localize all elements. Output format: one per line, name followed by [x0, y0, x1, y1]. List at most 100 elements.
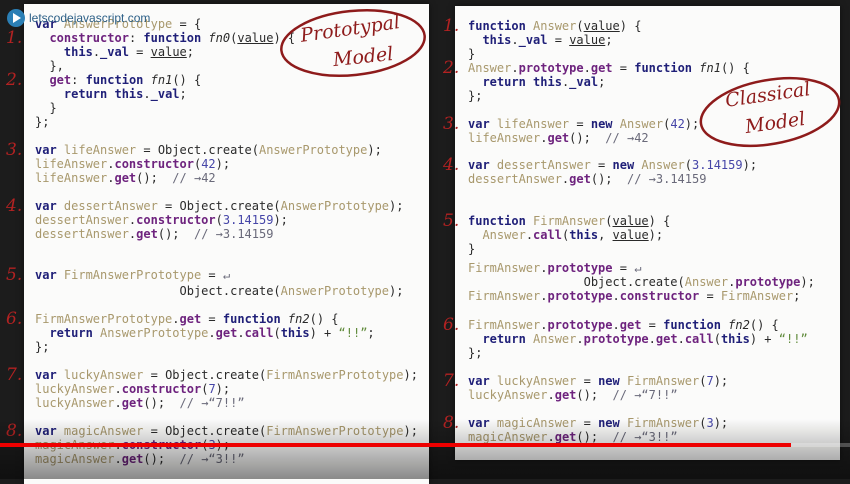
code-token: () {	[309, 312, 339, 326]
code-token: luckyAnswer	[63, 368, 144, 382]
code-line: dessertAnswer.constructor(3.14159);	[35, 213, 288, 227]
code-line: return AnswerPrototype.get.call(this) + …	[35, 326, 374, 340]
code-token: =	[569, 117, 591, 131]
code-token: .	[547, 430, 555, 444]
code-line: }	[468, 242, 475, 256]
code-token: 3	[706, 416, 714, 430]
code-token: value	[237, 31, 274, 45]
code-line: Answer.prototype.get = function fn1() {	[468, 61, 750, 75]
site-logo[interactable]: letscodejavascript.com	[6, 8, 150, 28]
code-token: constructor	[136, 213, 216, 227]
code-token: function	[143, 31, 209, 45]
code-token: 42	[201, 157, 216, 171]
code-token: };	[35, 115, 50, 129]
code-token: lifeAnswer	[35, 171, 108, 185]
code-token: var	[35, 424, 64, 438]
code-token: FirmAnswer	[533, 214, 606, 228]
code-token: var	[35, 199, 64, 213]
play-logo-icon	[7, 9, 25, 27]
classical-code-panel: 1. function Answer(value) { this._val = v…	[443, 6, 841, 460]
code-line: lifeAnswer.get(); // →42	[468, 131, 649, 145]
code-token: ();	[136, 171, 173, 185]
code-token: constructor	[114, 157, 194, 171]
code-token: .	[547, 388, 555, 402]
code-token: // →42	[172, 171, 216, 185]
code-line: get: function fn1() {	[35, 73, 201, 87]
code-token: =	[128, 45, 151, 59]
logo-text: letscodejavascript.com	[29, 11, 151, 25]
code-token: .	[237, 326, 245, 340]
code-token: 7	[208, 382, 216, 396]
code-token: magicAnswer	[468, 430, 548, 444]
code-token: () {	[749, 318, 779, 332]
code-token: var	[468, 158, 497, 172]
code-token: luckyAnswer	[35, 396, 115, 410]
code-token: .	[677, 332, 685, 346]
code-token: luckyAnswer	[35, 382, 115, 396]
code-token: dessertAnswer	[35, 227, 129, 241]
code-token: value	[583, 19, 620, 33]
code-line: var luckyAnswer = Object.create(FirmAnsw…	[35, 368, 418, 382]
code-token: constructor	[49, 31, 129, 45]
code-token: var	[35, 268, 64, 282]
code-token: 42	[670, 117, 685, 131]
code-token: luckyAnswer	[468, 388, 548, 402]
code-token: return this	[63, 87, 144, 101]
code-token: );	[713, 416, 729, 430]
code-line: FirmAnswer.prototype.constructor = FirmA…	[468, 289, 800, 303]
code-token: return this	[482, 75, 562, 89]
code-token: get	[655, 332, 678, 346]
code-token: this	[482, 33, 512, 47]
code-token: ;	[605, 33, 613, 47]
code-token: ();	[143, 452, 180, 466]
code-token: .	[114, 452, 122, 466]
code-token: FirmAnswerPrototype	[35, 312, 173, 326]
code-token: .	[92, 45, 101, 59]
code-token: var	[35, 143, 64, 157]
code-token: lifeAnswer	[35, 157, 108, 171]
code-token: :	[128, 31, 144, 45]
code-token: prototype	[518, 61, 584, 75]
code-token: .	[511, 61, 519, 75]
code-token: var	[468, 117, 497, 131]
code-token: magicAnswer	[63, 424, 144, 438]
video-progress-fill	[0, 443, 791, 447]
code-token: value	[569, 33, 606, 47]
code-token: ;	[598, 75, 606, 89]
code-token: get	[121, 396, 144, 410]
code-token: get	[215, 326, 238, 340]
code-line: };	[35, 340, 49, 354]
step-number: 8.	[443, 413, 460, 433]
code-line: luckyAnswer.get(); // →“7!!”	[35, 396, 245, 410]
code-token: FirmAnswerPrototype	[266, 368, 404, 382]
code-token: ;	[186, 45, 194, 59]
code-token: ) {	[648, 214, 671, 228]
code-token: // →“3!!”	[179, 452, 245, 466]
video-progress-bar[interactable]	[0, 443, 850, 447]
code-token: ();	[143, 396, 180, 410]
code-token: fn2	[287, 312, 310, 326]
code-token: “!!”	[778, 332, 808, 346]
code-line: var dessertAnswer = new Answer(3.14159);	[468, 158, 757, 172]
code-token: constructor	[619, 289, 700, 303]
code-token: function	[85, 73, 151, 87]
step-number: 6.	[6, 309, 23, 329]
code-token: function	[468, 19, 534, 33]
code-line: luckyAnswer.constructor(7);	[35, 382, 230, 396]
code-token: Answer	[619, 117, 664, 131]
code-token: get	[554, 430, 577, 444]
code-token: value	[150, 45, 187, 59]
code-token: Answer	[468, 61, 512, 75]
code-token: =	[547, 33, 570, 47]
code-token: .	[208, 326, 216, 340]
code-token: (	[684, 158, 693, 172]
code-line: var luckyAnswer = new FirmAnswer(7);	[468, 374, 728, 388]
code-token: .	[525, 228, 534, 242]
code-token: lifeAnswer	[496, 117, 570, 131]
code-token: function	[663, 318, 729, 332]
